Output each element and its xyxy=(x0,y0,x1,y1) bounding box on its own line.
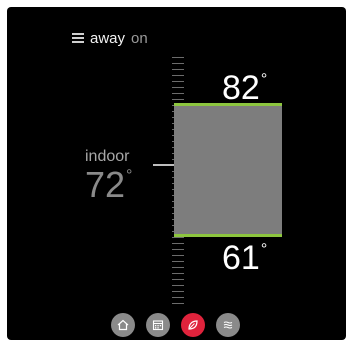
indoor-temperature: 72° xyxy=(85,164,132,206)
scale-tick xyxy=(172,279,184,280)
scale-tick xyxy=(172,303,184,304)
heat-setpoint[interactable]: 61° xyxy=(222,239,267,278)
setpoint-range[interactable] xyxy=(174,103,282,237)
thermostat-screen: away on 82° 61° indoor 72° xyxy=(7,7,346,340)
scale-tick xyxy=(172,237,184,238)
scale-tick xyxy=(172,273,184,274)
away-state[interactable]: on xyxy=(131,30,148,47)
menu-icon[interactable] xyxy=(72,33,84,43)
scale-tick xyxy=(172,81,184,82)
scale-tick xyxy=(172,297,184,298)
scale-tick xyxy=(172,99,184,100)
calendar-icon xyxy=(152,320,164,331)
degree-symbol: ° xyxy=(260,71,268,88)
scale-tick xyxy=(172,93,184,94)
nav-fan-button[interactable] xyxy=(216,313,240,337)
scale-tick xyxy=(172,285,184,286)
scale-tick xyxy=(172,87,184,88)
scale-tick xyxy=(172,261,184,262)
home-icon xyxy=(117,319,129,331)
scale-tick xyxy=(172,243,184,244)
scale-tick xyxy=(172,69,184,70)
nav-home-button[interactable] xyxy=(111,313,135,337)
leaf-icon xyxy=(188,320,198,330)
scale-tick xyxy=(172,57,184,58)
fan-icon xyxy=(223,321,233,329)
away-label: away xyxy=(90,29,126,47)
indoor-temperature-value: 72 xyxy=(85,164,126,205)
cool-setpoint-value: 82 xyxy=(222,69,260,107)
nav-eco-button[interactable] xyxy=(181,313,205,337)
degree-symbol: ° xyxy=(260,241,268,258)
scale-tick xyxy=(172,63,184,64)
heat-setpoint-handle[interactable] xyxy=(174,234,282,237)
degree-symbol: ° xyxy=(126,167,133,184)
scale-tick xyxy=(172,249,184,250)
scale-tick xyxy=(172,255,184,256)
away-menu[interactable]: away on xyxy=(72,28,148,48)
heat-setpoint-value: 61 xyxy=(222,239,260,277)
bottom-nav xyxy=(111,313,240,337)
nav-schedule-button[interactable] xyxy=(146,313,170,337)
scale-tick xyxy=(172,267,184,268)
cool-setpoint[interactable]: 82° xyxy=(222,69,267,108)
scale-tick xyxy=(172,291,184,292)
scale-tick xyxy=(172,75,184,76)
